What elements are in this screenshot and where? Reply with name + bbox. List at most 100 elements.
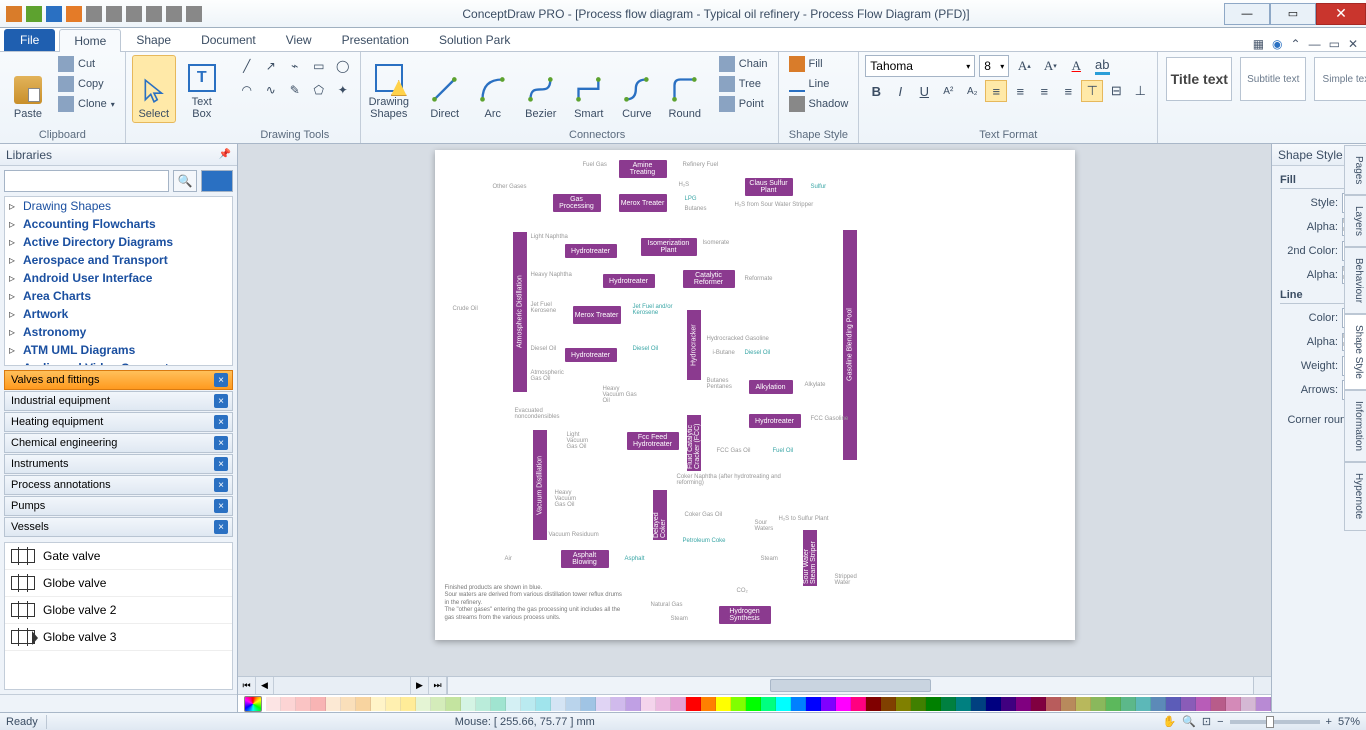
color-swatch[interactable] [1256,697,1271,711]
box-sourwater[interactable]: Sour Water Steam Striper [803,530,817,586]
color-swatch[interactable] [581,697,596,711]
color-swatch[interactable] [386,697,401,711]
color-swatch[interactable] [1196,697,1211,711]
arrow-tool[interactable]: ↗ [260,55,282,77]
color-swatch[interactable] [371,697,386,711]
box-merox2[interactable]: Merox Treater [573,306,621,324]
color-swatch[interactable] [1211,697,1226,711]
file-tab[interactable]: File [4,29,55,51]
color-swatch[interactable] [1121,697,1136,711]
color-swatch[interactable] [341,697,356,711]
zoom-tool-icon[interactable]: 🔍 [1182,715,1196,728]
child-close-icon[interactable]: ✕ [1348,37,1358,51]
color-swatch[interactable] [716,697,731,711]
star-tool[interactable]: ✦ [332,79,354,101]
color-swatch[interactable] [806,697,821,711]
color-swatch[interactable] [956,697,971,711]
color-swatch[interactable] [296,697,311,711]
color-swatch[interactable] [1061,697,1076,711]
cut-button[interactable]: Cut [54,55,119,73]
qat-redo-icon[interactable] [126,6,142,22]
color-swatch[interactable] [1106,697,1121,711]
lib-category[interactable]: Pumps× [4,496,233,516]
paste-button[interactable]: Paste [6,55,50,123]
style-simple[interactable]: Simple text [1314,57,1366,101]
color-swatch[interactable] [971,697,986,711]
canvas-viewport[interactable]: Atmospheric Distillation Hydrocracker Fl… [238,144,1271,676]
tab-shape[interactable]: Shape [121,28,186,51]
arc-connector[interactable]: Arc [471,55,515,123]
child-min-icon[interactable]: — [1309,37,1321,51]
page-tab-bar[interactable]: ⏮ ◀ ▶ ⏭ [238,677,448,694]
tree-connector[interactable]: Tree [715,75,772,93]
color-swatch[interactable] [761,697,776,711]
curve-tool[interactable]: ∿ [260,79,282,101]
lib-tree-item[interactable]: Audio and Video Connectors [5,359,232,366]
direct-connector[interactable]: Direct [423,55,467,123]
color-swatch[interactable] [311,697,326,711]
color-swatch[interactable] [1166,697,1181,711]
color-swatch[interactable] [1031,697,1046,711]
color-swatch[interactable] [1001,697,1016,711]
shadow-button[interactable]: Shadow [785,95,853,113]
polyline-tool[interactable]: ⌁ [284,55,306,77]
child-max-icon[interactable]: ▭ [1329,37,1340,51]
chain-connector[interactable]: Chain [715,55,772,73]
close-icon[interactable]: × [214,394,228,408]
box-gaspool[interactable]: Gasoline Blending Pool [843,230,857,460]
box-h2syn[interactable]: Hydrogen Synthesis [719,606,771,624]
color-swatch[interactable] [416,697,431,711]
lib-category[interactable]: Valves and fittings× [4,370,233,390]
lib-shape-item[interactable]: Globe valve 2 [5,597,232,624]
color-swatch[interactable] [536,697,551,711]
tab-home[interactable]: Home [59,29,121,52]
align-right[interactable]: ≡ [1033,80,1055,102]
tab-prev[interactable]: ◀ [256,677,274,694]
close-icon[interactable]: × [214,478,228,492]
lib-tree-item[interactable]: Aerospace and Transport [5,251,232,269]
highlight-color[interactable]: ab [1091,55,1113,77]
italic-button[interactable]: I [889,80,911,102]
color-swatch[interactable] [401,697,416,711]
color-swatch[interactable] [881,697,896,711]
color-swatch[interactable] [326,697,341,711]
qat-copy-icon[interactable] [166,6,182,22]
box-vacuum[interactable]: Vacuum Distillation [533,430,547,540]
ellipse-tool[interactable]: ◯ [332,55,354,77]
color-swatch[interactable] [431,697,446,711]
lib-tree-item[interactable]: Android User Interface [5,269,232,287]
scroll-config[interactable] [1253,677,1271,694]
box-hydro3[interactable]: Hydrotreater [565,348,617,362]
bold-button[interactable]: B [865,80,887,102]
box-catref[interactable]: Catalytic Reformer [683,270,735,288]
lib-category[interactable]: Vessels× [4,517,233,537]
options-icon[interactable]: ◉ [1272,37,1282,51]
side-tab-pages[interactable]: Pages [1344,145,1366,195]
lib-shape-item[interactable]: Globe valve [5,570,232,597]
style-subtitle[interactable]: Subtitle text [1240,57,1306,101]
color-swatch[interactable] [1181,697,1196,711]
arc-tool[interactable]: ◠ [236,79,258,101]
color-swatch[interactable] [1091,697,1106,711]
color-swatch[interactable] [731,697,746,711]
tab-next[interactable]: ▶ [411,677,429,694]
maximize-button[interactable]: ▭ [1270,3,1316,25]
qat-open-icon[interactable] [46,6,62,22]
superscript-button[interactable]: A² [937,80,959,102]
lib-category[interactable]: Heating equipment× [4,412,233,432]
color-swatch[interactable] [446,697,461,711]
box-coker[interactable]: Delayed Coker [653,490,667,540]
align-center[interactable]: ≡ [1009,80,1031,102]
color-swatch[interactable] [1226,697,1241,711]
color-swatch[interactable] [926,697,941,711]
color-swatch[interactable] [1076,697,1091,711]
color-swatch[interactable] [521,697,536,711]
zoom-thumb[interactable] [1266,716,1274,728]
scrollbar-thumb[interactable] [770,679,931,692]
color-swatch[interactable] [986,697,1001,711]
color-swatch[interactable] [281,697,296,711]
color-swatch[interactable] [701,697,716,711]
valign-bottom[interactable]: ⊥ [1129,80,1151,102]
color-swatch[interactable] [836,697,851,711]
color-swatch[interactable] [821,697,836,711]
